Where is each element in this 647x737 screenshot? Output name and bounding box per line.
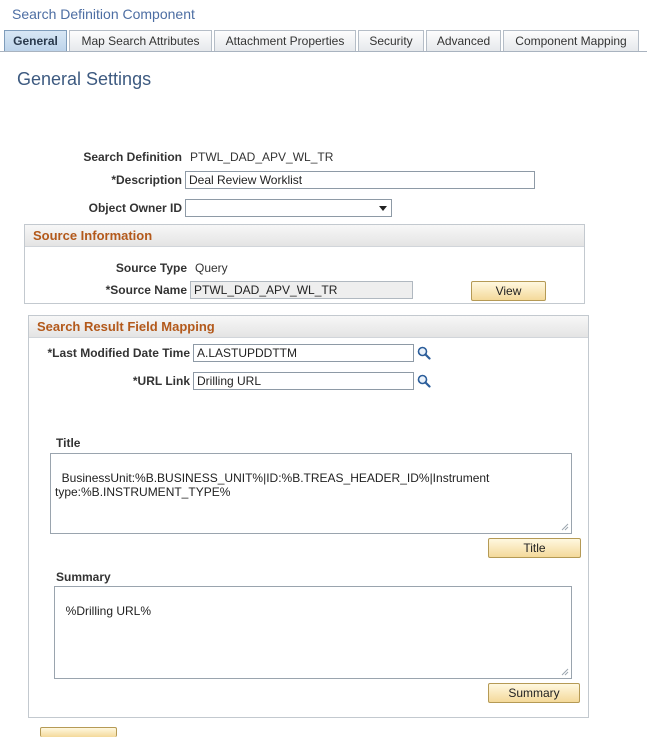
object-owner-label: Object Owner ID <box>88 201 182 215</box>
tab-bar: General Map Search Attributes Attachment… <box>0 30 647 52</box>
tab-bar-divider <box>0 51 647 52</box>
view-button[interactable]: View <box>471 281 546 301</box>
source-type-value: Query <box>195 261 228 275</box>
tab-security[interactable]: Security <box>358 30 424 51</box>
page-title: General Settings <box>17 69 152 89</box>
title-textarea[interactable]: BusinessUnit:%B.BUSINESS_UNIT%|ID:%B.TRE… <box>50 453 572 534</box>
component-title: Search Definition Component <box>12 6 195 22</box>
search-definition-value: PTWL_DAD_APV_WL_TR <box>190 150 334 164</box>
description-label: *Description <box>111 173 182 187</box>
summary-text: %Drilling URL% <box>65 604 152 618</box>
search-result-field-mapping-header: Search Result Field Mapping <box>29 316 588 338</box>
title-button[interactable]: Title <box>488 538 581 558</box>
title-label: Title <box>56 436 81 450</box>
url-link-input[interactable]: Drilling URL <box>193 372 414 390</box>
description-input[interactable]: Deal Review Worklist <box>185 171 535 189</box>
source-type-label: Source Type <box>115 261 187 275</box>
tab-advanced[interactable]: Advanced <box>426 30 501 51</box>
source-name-field: PTWL_DAD_APV_WL_TR <box>190 281 413 299</box>
last-modified-input[interactable]: A.LASTUPDDTTM <box>193 344 414 362</box>
source-information-header: Source Information <box>25 225 584 247</box>
tab-component-mapping[interactable]: Component Mapping <box>503 30 639 51</box>
summary-textarea[interactable]: %Drilling URL% <box>54 586 572 679</box>
summary-label: Summary <box>56 570 111 584</box>
url-link-label: *URL Link <box>132 374 190 388</box>
title-text: BusinessUnit:%B.BUSINESS_UNIT%|ID:%B.TRE… <box>55 471 493 499</box>
search-definition-label: Search Definition <box>83 150 182 164</box>
resize-grip-icon[interactable] <box>560 667 569 676</box>
tab-map-search-attributes[interactable]: Map Search Attributes <box>69 30 212 51</box>
summary-button[interactable]: Summary <box>488 683 580 703</box>
chevron-down-icon <box>379 206 387 211</box>
search-icon[interactable] <box>417 346 431 360</box>
last-modified-label: *Last Modified Date Time <box>47 346 190 360</box>
search-icon[interactable] <box>417 374 431 388</box>
tab-general[interactable]: General <box>4 30 67 52</box>
tab-attachment-properties[interactable]: Attachment Properties <box>214 30 356 51</box>
object-owner-select[interactable] <box>185 199 392 217</box>
bottom-action-button[interactable] <box>40 727 117 737</box>
source-name-label: *Source Name <box>105 283 187 297</box>
resize-grip-icon[interactable] <box>560 522 569 531</box>
